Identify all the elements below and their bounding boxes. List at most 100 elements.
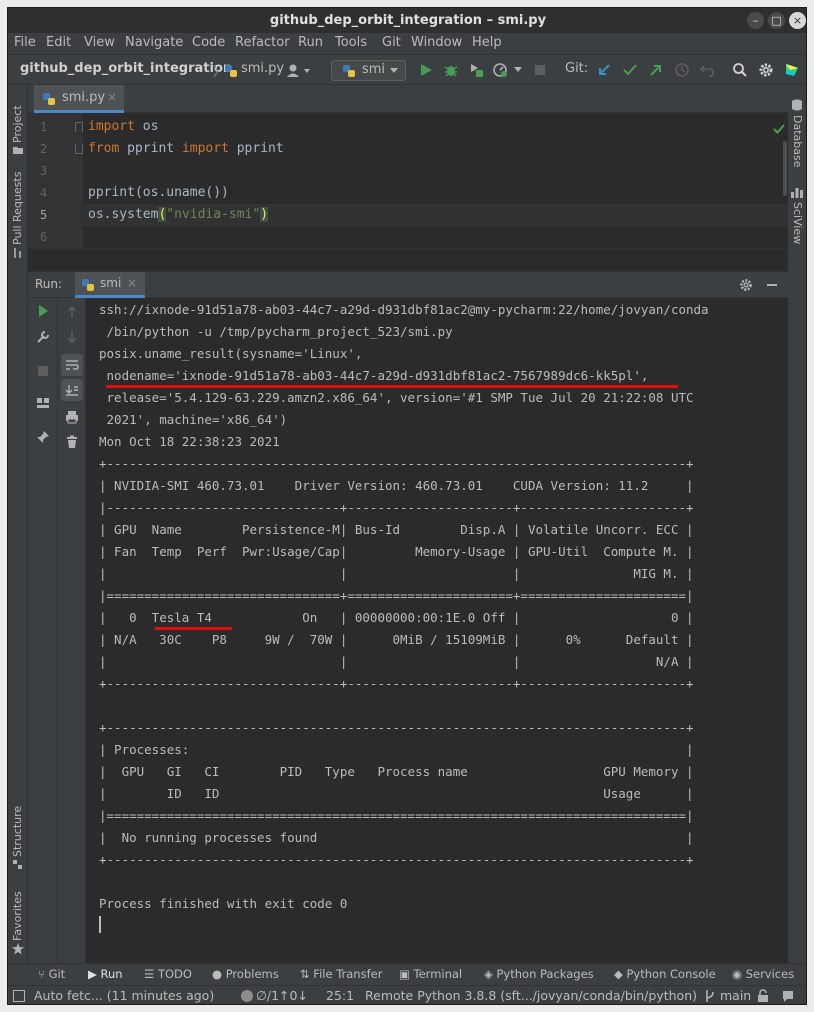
git-rollback-icon[interactable]	[699, 62, 715, 78]
tool-services[interactable]: ◉ Services	[732, 967, 794, 981]
arrow-up-icon[interactable]	[65, 305, 79, 319]
database-tool-button[interactable]: Database	[791, 115, 804, 168]
tool-run[interactable]: ▶ Run	[88, 967, 123, 981]
console-line: +---------------------------------------…	[99, 456, 694, 471]
console-line: Process finished with exit code 0	[99, 896, 348, 911]
services-icon: ◉	[732, 967, 746, 981]
python-file-icon	[224, 64, 238, 78]
menu-refactor[interactable]: Refactor	[235, 35, 290, 50]
project-tool-button[interactable]: Project	[11, 105, 24, 143]
arrow-down-icon[interactable]	[65, 330, 79, 344]
run-config-selector[interactable]: smi	[331, 60, 406, 81]
lock-icon[interactable]	[757, 989, 769, 1003]
structure-tool-button[interactable]: Structure	[11, 806, 24, 857]
favorites-tool-button[interactable]: Favorites	[11, 891, 24, 941]
code-editor[interactable]: 1 2 3 4 5 6 import os from pprint import…	[28, 113, 788, 248]
star-icon	[12, 943, 24, 955]
menu-help[interactable]: Help	[472, 35, 502, 50]
pull-requests-tool-button[interactable]: Pull Requests	[11, 172, 24, 245]
menu-code[interactable]: Code	[192, 35, 225, 50]
jetbrains-logo-icon[interactable]	[784, 62, 800, 78]
menu-git[interactable]: Git	[382, 35, 401, 50]
trash-icon[interactable]	[65, 435, 79, 449]
close-run-tab-icon[interactable]: ×	[127, 276, 137, 290]
console-line: | No running processes found |	[99, 830, 694, 845]
console-line: Mon Oct 18 22:38:23 2021	[99, 434, 280, 449]
tool-python-packages[interactable]: ◈ Python Packages	[484, 967, 594, 981]
console-line: |=======================================…	[99, 808, 694, 823]
gear-icon[interactable]	[758, 62, 774, 78]
notifications-icon[interactable]	[781, 989, 795, 1003]
console-line: | ID ID Usage |	[99, 786, 694, 801]
inspection-ok-icon[interactable]	[772, 122, 786, 136]
tool-problems[interactable]: ● Problems	[212, 967, 279, 981]
tool-git[interactable]: ⑂ Git	[38, 967, 65, 981]
stop-icon[interactable]	[533, 63, 547, 77]
tool-file-transfer[interactable]: ⇅ File Transfer	[300, 967, 382, 981]
run-icon[interactable]	[418, 62, 434, 78]
menu-tools[interactable]: Tools	[335, 35, 367, 50]
nodename-underline	[106, 385, 678, 388]
more-run-options-icon[interactable]	[513, 66, 523, 74]
console-line: | | | N/A |	[99, 654, 694, 669]
code-line-1: import os	[88, 119, 159, 134]
breadcrumb-project[interactable]: github_dep_orbit_integration	[20, 61, 232, 76]
layout-icon[interactable]	[36, 396, 50, 410]
python-interpreter[interactable]: Remote Python 3.8.8 (sft.../jovyan/conda…	[365, 988, 697, 1003]
maximize-button[interactable]: □	[768, 12, 785, 29]
run-console[interactable]: ssh://ixnode-91d51a78-ab03-44c7-a29d-d93…	[86, 298, 788, 963]
todo-icon: ☰	[144, 967, 158, 981]
right-tool-strip: Database SciView	[786, 85, 806, 963]
rerun-icon[interactable]	[36, 304, 50, 318]
python-file-icon	[42, 92, 56, 106]
wrench-icon[interactable]	[36, 330, 50, 344]
ide-window: github_dep_orbit_integration – smi.py – …	[7, 7, 807, 1005]
user-dropdown-icon[interactable]	[286, 63, 314, 79]
tool-windows-toggle-icon[interactable]	[13, 990, 25, 1002]
chevron-down-icon	[389, 67, 399, 75]
git-update-icon[interactable]	[596, 62, 612, 78]
run-tab-smi[interactable]: smi ×	[75, 272, 145, 298]
fold-marker-icon[interactable]	[75, 122, 83, 132]
menu-view[interactable]: View	[84, 35, 115, 50]
sciview-tool-button[interactable]: SciView	[791, 202, 804, 244]
menu-navigate[interactable]: Navigate	[125, 35, 183, 50]
git-push-icon[interactable]	[648, 62, 664, 78]
console-line: | | | MIG M. |	[99, 566, 694, 581]
git-fetch-status[interactable]: Auto fetc... (11 minutes ago)	[34, 988, 214, 1003]
print-icon[interactable]	[65, 410, 79, 424]
minimize-button[interactable]: –	[747, 12, 764, 29]
git-branch[interactable]: main	[720, 988, 751, 1003]
console-line: | N/A 30C P8 9W / 70W | 0MiB / 15109MiB …	[99, 632, 694, 647]
editor-scrollbar[interactable]	[783, 141, 787, 196]
console-line: nodename='ixnode-91d51a78-ab03-44c7-a29d…	[99, 368, 649, 383]
close-button[interactable]: ×	[789, 12, 806, 29]
code-line-5: os.system("nvidia-smi")	[88, 207, 269, 222]
stop-icon[interactable]	[36, 364, 50, 378]
menu-run[interactable]: Run	[298, 35, 323, 50]
run-tool-header: Run: smi ×	[28, 271, 788, 298]
profile-icon[interactable]	[492, 62, 508, 78]
breadcrumb-file[interactable]: smi.py	[241, 61, 284, 76]
close-tab-icon[interactable]: ×	[107, 90, 117, 104]
gear-icon[interactable]	[739, 278, 753, 292]
caret-position[interactable]: 25:1	[326, 988, 354, 1003]
menu-window[interactable]: Window	[411, 35, 462, 50]
fold-marker-icon[interactable]	[75, 144, 83, 154]
tool-terminal[interactable]: ▣ Terminal	[399, 967, 462, 981]
git-history-icon[interactable]	[674, 62, 690, 78]
vcs-changes-count[interactable]: ∅/1↑0↓	[256, 988, 308, 1003]
search-icon[interactable]	[732, 62, 748, 78]
editor-tab-smi[interactable]: smi.py ×	[34, 85, 124, 113]
debug-icon[interactable]	[443, 62, 459, 78]
git-commit-icon[interactable]	[622, 62, 638, 78]
panel-splitter[interactable]	[28, 248, 788, 271]
tool-python-console[interactable]: ◆ Python Console	[614, 967, 716, 981]
line-gutter: 1 2 3 4 5 6	[28, 113, 83, 248]
menu-edit[interactable]: Edit	[46, 35, 71, 50]
pin-icon[interactable]	[36, 430, 50, 444]
menu-file[interactable]: File	[14, 35, 36, 50]
run-with-coverage-icon[interactable]	[468, 62, 484, 78]
minimize-panel-icon[interactable]	[765, 278, 779, 292]
tool-todo[interactable]: ☰ TODO	[144, 967, 192, 981]
